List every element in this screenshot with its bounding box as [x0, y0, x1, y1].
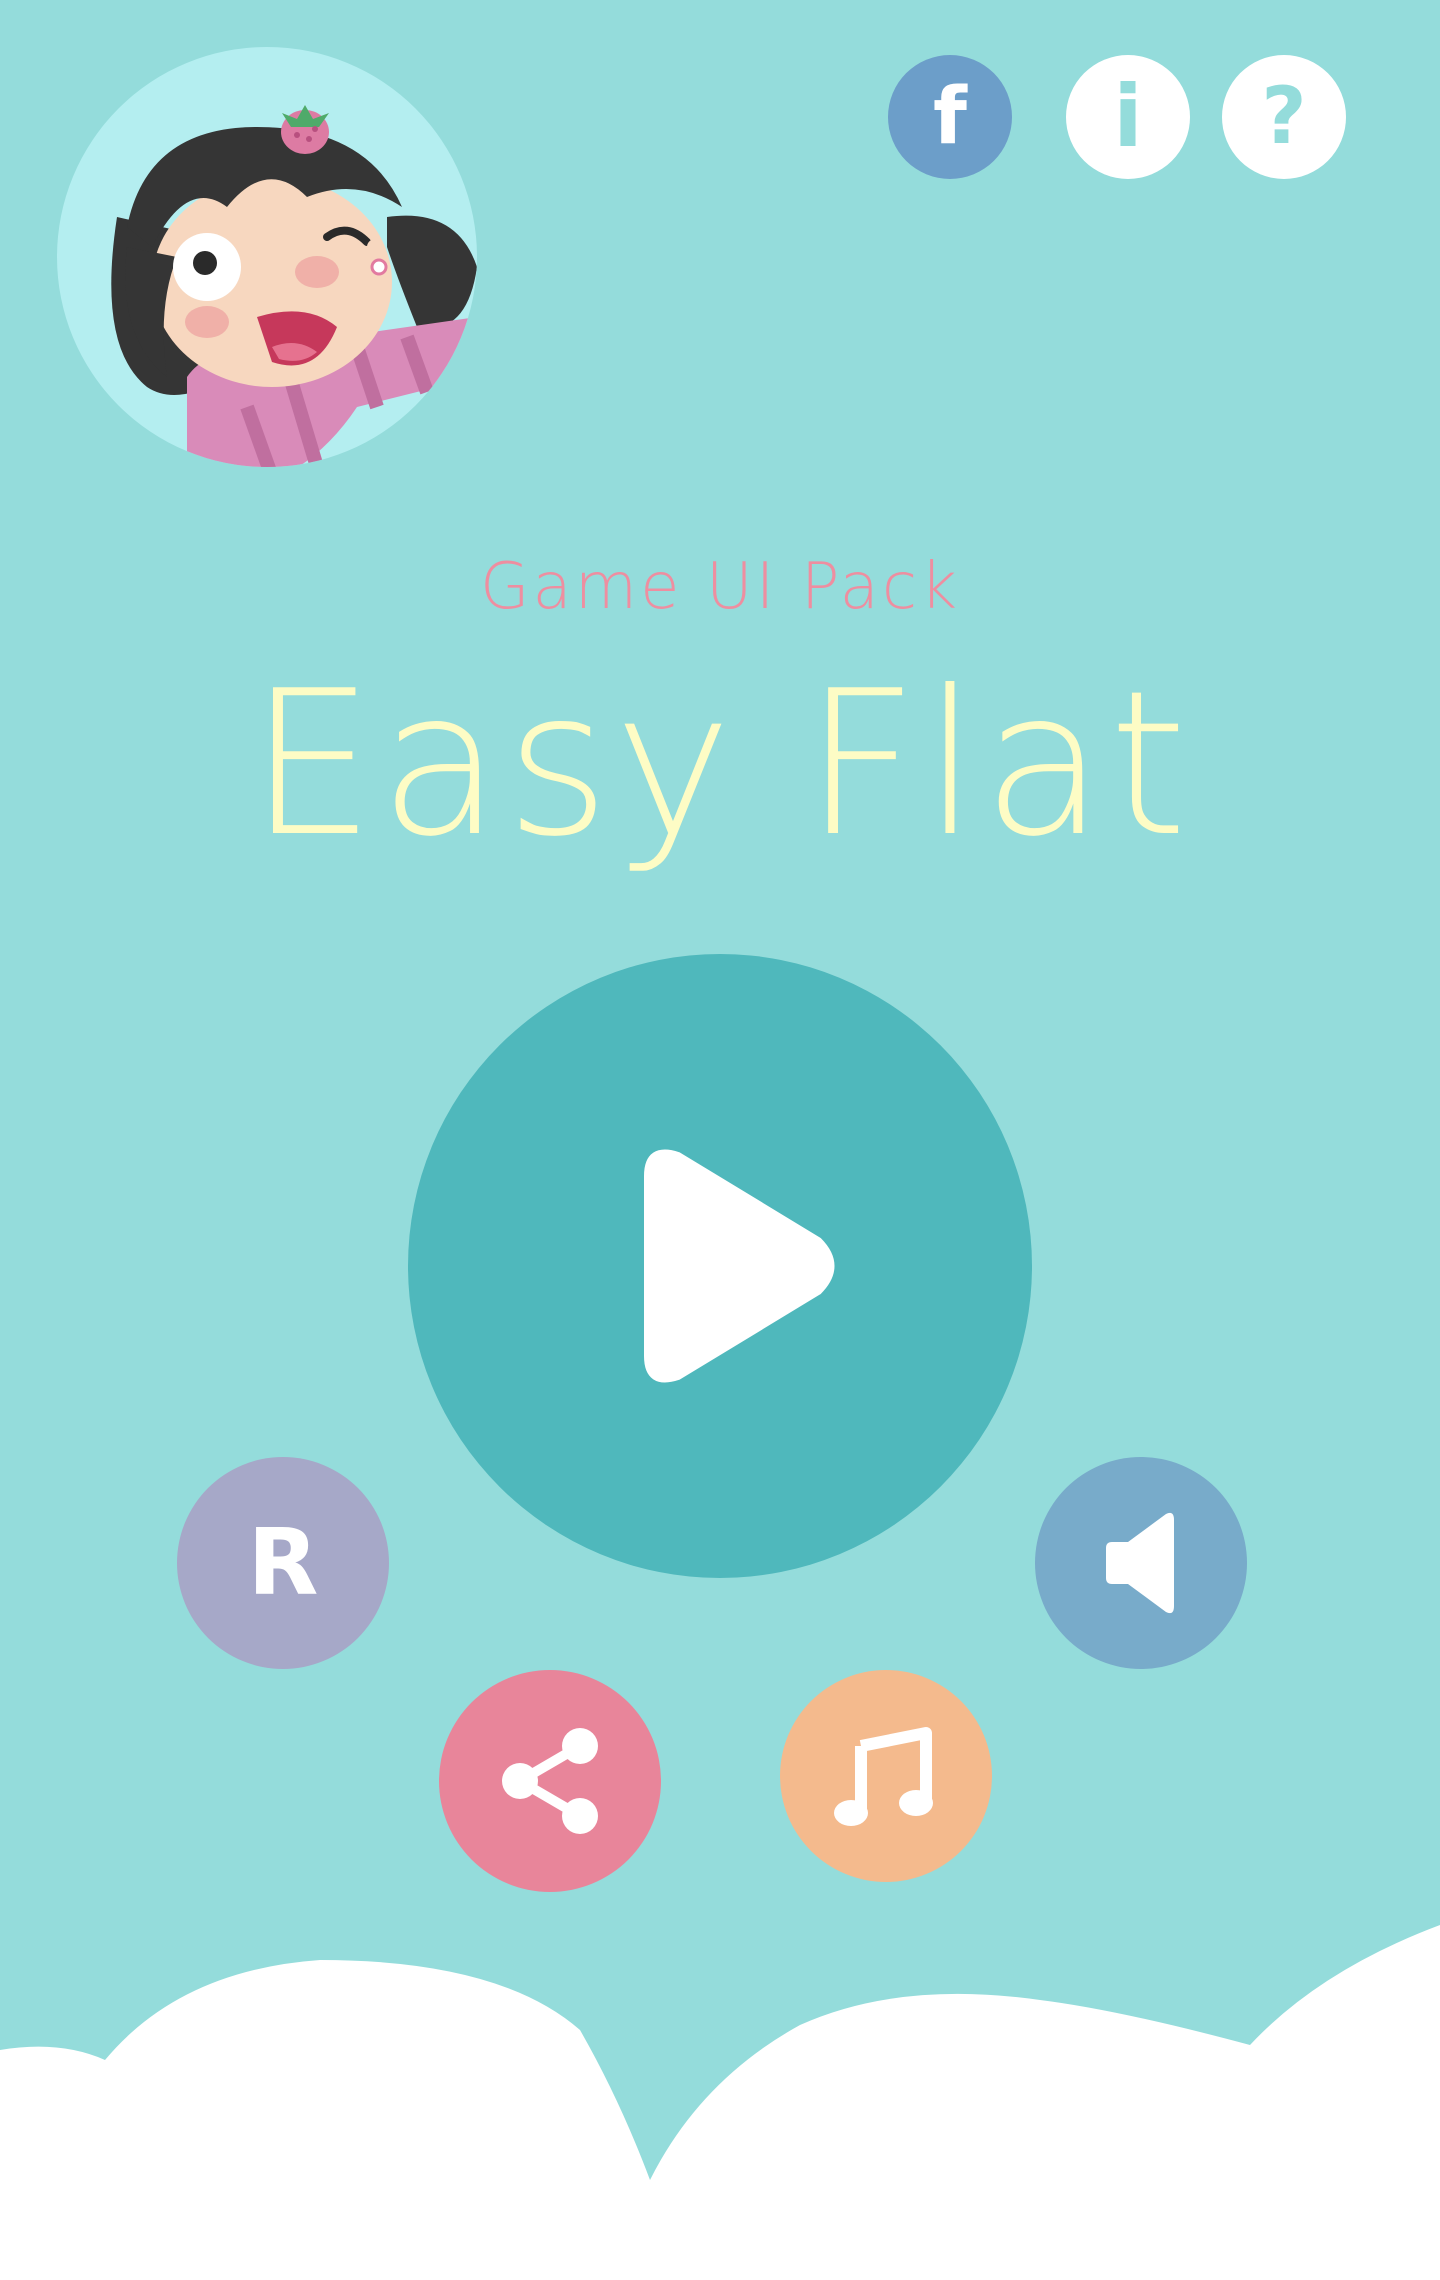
- help-icon: ?: [1261, 72, 1307, 162]
- player-avatar: [57, 47, 477, 467]
- share-icon: [502, 1728, 598, 1834]
- play-button[interactable]: [408, 954, 1032, 1578]
- speaker-icon: [1106, 1512, 1174, 1614]
- game-title: Easy Flat: [248, 648, 1192, 881]
- sound-button[interactable]: [1035, 1457, 1247, 1669]
- game-subtitle: Game UI Pack: [479, 550, 961, 624]
- music-button[interactable]: [780, 1670, 992, 1882]
- share-button[interactable]: [439, 1670, 661, 1892]
- facebook-icon: f: [933, 72, 967, 162]
- music-note-icon: [834, 1727, 933, 1826]
- facebook-button[interactable]: f: [888, 55, 1012, 179]
- help-button[interactable]: ?: [1222, 55, 1346, 179]
- play-icon: [644, 1149, 835, 1383]
- restart-icon: R: [247, 1509, 319, 1616]
- cloud-decoration: [0, 1925, 1440, 2280]
- restart-button[interactable]: R: [177, 1457, 389, 1669]
- info-icon: i: [1113, 67, 1143, 167]
- girl-character-icon: [111, 105, 477, 467]
- info-button[interactable]: i: [1066, 55, 1190, 179]
